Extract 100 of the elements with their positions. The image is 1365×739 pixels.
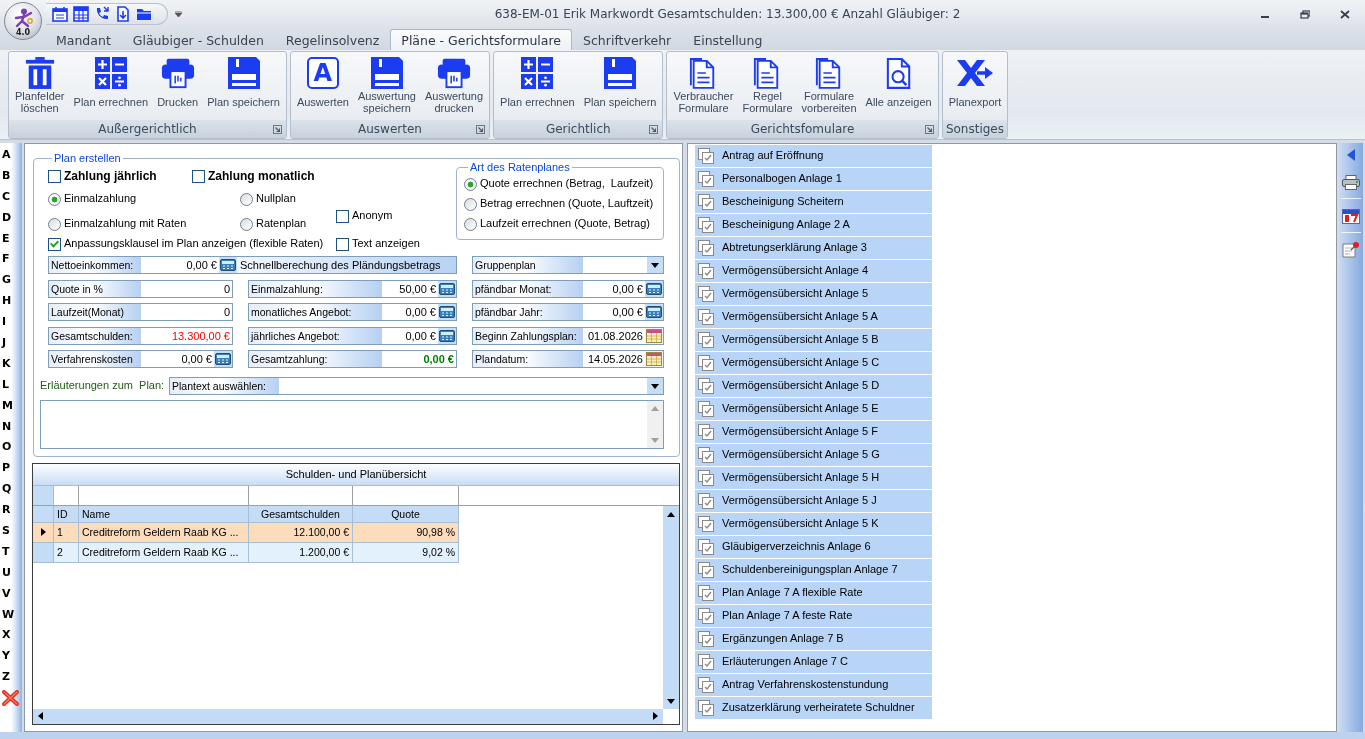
- form-list-item[interactable]: Antrag Verfahrenskostenstundung: [695, 674, 932, 696]
- corner-arrow-icon[interactable]: [649, 124, 659, 134]
- labeled-field[interactable]: Beginn Zahlungsplan: 01.08.2026: [472, 326, 664, 345]
- calculator-icon[interactable]: [438, 304, 456, 321]
- calendar-icon[interactable]: [52, 6, 68, 22]
- restore-icon[interactable]: [1300, 9, 1310, 19]
- letter-tab[interactable]: V: [0, 583, 16, 605]
- radio-button[interactable]: [464, 177, 477, 191]
- ribbon-button[interactable]: Planexport: [944, 56, 1006, 120]
- letter-tab[interactable]: Z: [0, 667, 16, 689]
- filter-field[interactable]: [353, 485, 459, 506]
- form-list-item[interactable]: Vermögensübersicht Anlage 4: [695, 260, 932, 282]
- form-list-item[interactable]: Vermögensübersicht Anlage 5 F: [695, 421, 932, 443]
- form-list-item[interactable]: Bescheinigung Anlage 2 A: [695, 214, 932, 236]
- letter-tab[interactable]: D: [0, 207, 16, 229]
- notes-field[interactable]: [40, 399, 664, 449]
- calculator-icon[interactable]: [438, 327, 456, 344]
- ribbon-button[interactable]: Alle anzeigen: [861, 56, 936, 120]
- letter-tab[interactable]: U: [0, 562, 16, 584]
- cross-icon[interactable]: [2, 690, 19, 707]
- calendar-icon[interactable]: [645, 351, 663, 368]
- vertical-scrollbar[interactable]: [647, 400, 663, 448]
- radio-button[interactable]: [240, 217, 253, 231]
- radio-button[interactable]: [48, 192, 61, 206]
- checkbox[interactable]: [48, 237, 61, 251]
- labeled-field[interactable]: Gesamtschulden: 13.300,00 €: [48, 326, 233, 345]
- dropdown[interactable]: Plantext auswählen:: [169, 376, 664, 395]
- form-list-item[interactable]: Vermögensübersicht Anlage 5 A: [695, 306, 932, 328]
- letter-tab[interactable]: T: [0, 541, 16, 563]
- pinned-note-icon[interactable]: [1342, 241, 1360, 258]
- letter-tab[interactable]: W: [0, 604, 16, 626]
- labeled-field[interactable]: Plandatum: 14.05.2026: [472, 350, 664, 369]
- letter-tab[interactable]: A: [0, 145, 16, 166]
- letter-tab[interactable]: C: [0, 186, 16, 208]
- ribbon-button[interactable]: Formulare vorbereiten: [797, 56, 861, 120]
- form-list-item[interactable]: Ergänzungen Anlage 7 B: [695, 628, 932, 650]
- calculator-icon[interactable]: [219, 257, 237, 273]
- corner-arrow-icon[interactable]: [924, 124, 934, 134]
- form-list-item[interactable]: Vermögensübersicht Anlage 5 G: [695, 444, 932, 466]
- ribbon-button[interactable]: Plan speichern: [579, 56, 661, 120]
- ribbon-button[interactable]: Drucken: [153, 56, 203, 120]
- calculator-icon[interactable]: [645, 304, 663, 321]
- printer-icon[interactable]: [1342, 175, 1360, 190]
- labeled-field[interactable]: pfändbar Jahr: 0,00 €: [472, 303, 664, 322]
- app-menu-button[interactable]: 4.0: [4, 2, 42, 40]
- labeled-field[interactable]: Gesamtzahlung: 0,00 €: [248, 350, 457, 369]
- ribbon-button[interactable]: A Auswerten: [292, 56, 353, 120]
- ribbon-tab[interactable]: Regelinsolvenz: [274, 29, 391, 50]
- letter-tab[interactable]: J: [0, 333, 16, 354]
- labeled-field[interactable]: pfändbar Monat: 0,00 €: [472, 279, 664, 298]
- checkbox[interactable]: [336, 209, 349, 223]
- radio-button[interactable]: [240, 192, 253, 206]
- letter-tab[interactable]: F: [0, 249, 16, 271]
- letter-tab[interactable]: B: [0, 165, 16, 187]
- labeled-field[interactable]: Verfahrenskosten 0,00 €: [48, 350, 233, 369]
- form-list-item[interactable]: Antrag auf Eröffnung: [695, 145, 932, 167]
- checkbox[interactable]: [336, 237, 349, 251]
- form-list-item[interactable]: Vermögensübersicht Anlage 5 E: [695, 398, 932, 420]
- labeled-field[interactable]: monatliches Angebot: 0,00 €: [248, 303, 457, 322]
- form-list-item[interactable]: Plan Anlage 7 A flexible Rate: [695, 582, 932, 604]
- labeled-field[interactable]: Quote in % 0: [48, 279, 233, 298]
- ribbon-tab[interactable]: Einstellung: [682, 29, 774, 50]
- checkbox[interactable]: [192, 169, 205, 183]
- letter-tab[interactable]: K: [0, 353, 16, 375]
- corner-arrow-icon[interactable]: [476, 124, 486, 134]
- arrow-left-icon[interactable]: [38, 712, 43, 721]
- grid-icon[interactable]: [73, 6, 89, 22]
- close-icon[interactable]: [1340, 9, 1350, 19]
- letter-tab[interactable]: L: [0, 374, 16, 396]
- form-list-item[interactable]: Vermögensübersicht Anlage 5: [695, 283, 932, 305]
- dropdown-arrow-icon[interactable]: [175, 11, 182, 17]
- vertical-scrollbar[interactable]: [663, 505, 679, 709]
- form-list-item[interactable]: Personalbogen Anlage 1: [695, 168, 932, 190]
- letter-tab[interactable]: O: [0, 437, 16, 459]
- phone-icon[interactable]: [94, 6, 110, 22]
- letter-tab[interactable]: M: [0, 395, 16, 417]
- form-list-item[interactable]: Erläuterungen Anlage 7 C: [695, 651, 932, 673]
- form-list-item[interactable]: Abtretungserklärung Anlage 3: [695, 237, 932, 259]
- form-list-item[interactable]: Bescheinigung Scheitern: [695, 191, 932, 213]
- corner-arrow-icon[interactable]: [272, 124, 282, 134]
- form-list-item[interactable]: Zusatzerklärung verheiratete Schuldner: [695, 697, 932, 719]
- form-list-item[interactable]: Vermögensübersicht Anlage 5 D: [695, 375, 932, 397]
- table-row[interactable]: 2 Creditreform Geldern Raab KG ... 1.200,00 € 9,02 %: [33, 542, 459, 563]
- table-row[interactable]: 1 Creditreform Geldern Raab KG ... 12.100,00 € 90,98 %: [33, 522, 459, 543]
- ribbon-tab[interactable]: Pläne - Gerichtsformulare: [390, 29, 573, 50]
- download-document-icon[interactable]: [115, 6, 131, 22]
- ribbon-button[interactable]: Regel Formulare: [738, 56, 797, 120]
- filter-field[interactable]: [79, 485, 249, 506]
- ribbon-button[interactable]: Auswertung speichern: [353, 56, 420, 120]
- arrow-up-icon[interactable]: [667, 511, 675, 517]
- form-list-item[interactable]: Vermögensübersicht Anlage 5 C: [695, 352, 932, 374]
- form-list-item[interactable]: Vermögensübersicht Anlage 5 B: [695, 329, 932, 351]
- ribbon-button[interactable]: Auswertung drucken: [421, 56, 488, 120]
- radio-button[interactable]: [464, 217, 477, 231]
- calculator-icon[interactable]: [438, 280, 456, 297]
- letter-tab[interactable]: Y: [0, 646, 16, 668]
- radio-button[interactable]: [464, 197, 477, 211]
- calculator-icon[interactable]: [214, 351, 232, 368]
- form-list-item[interactable]: Vermögensübersicht Anlage 5 J: [695, 490, 932, 512]
- calendar-icon[interactable]: [645, 327, 663, 344]
